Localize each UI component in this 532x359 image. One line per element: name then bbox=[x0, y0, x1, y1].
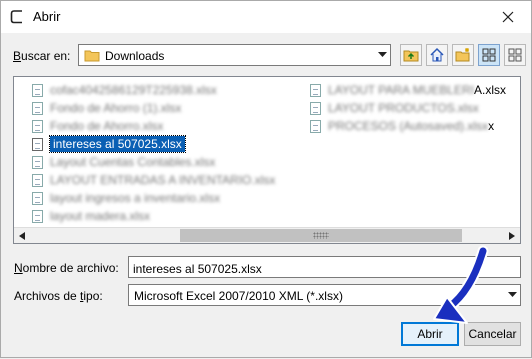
chevron-right-icon bbox=[509, 232, 515, 240]
file-icon bbox=[32, 191, 43, 205]
file-type-dropdown-arrow[interactable] bbox=[504, 285, 520, 305]
file-list-column-right: LAYOUT PARA MUEBLERI A.xlsx LAYOUT PRODUC… bbox=[310, 81, 506, 135]
file-icon bbox=[32, 137, 43, 151]
list-view-icon bbox=[508, 48, 522, 62]
file-type-value: Microsoft Excel 2007/2010 XML (*.xlsx) bbox=[134, 289, 343, 303]
list-item[interactable]: LAYOUT PRODUCTOS.xlsx bbox=[310, 99, 506, 117]
look-in-dropdown-arrow[interactable] bbox=[374, 45, 390, 65]
file-icon bbox=[310, 119, 321, 133]
folder-icon bbox=[84, 50, 100, 62]
file-icon bbox=[32, 173, 43, 187]
scrollbar-grip bbox=[313, 232, 329, 239]
file-icon bbox=[310, 101, 321, 115]
file-icon bbox=[32, 119, 43, 133]
look-in-label: Buscar en: bbox=[13, 49, 71, 63]
list-item[interactable]: Layout Cuentas Contables.xlsx bbox=[32, 153, 275, 171]
scrollbar-thumb[interactable] bbox=[180, 229, 462, 242]
file-list-column-left: cofac4042586129T225938.xlsx Fondo de Aho… bbox=[32, 81, 275, 225]
scroll-left-button[interactable] bbox=[14, 228, 30, 243]
file-list[interactable]: cofac4042586129T225938.xlsx Fondo de Aho… bbox=[13, 76, 521, 244]
list-view-button[interactable] bbox=[504, 44, 526, 66]
list-item[interactable]: layout madera.xlsx bbox=[32, 207, 275, 225]
details-view-button[interactable] bbox=[478, 44, 500, 66]
home-button[interactable] bbox=[426, 44, 448, 66]
window-title: Abrir bbox=[33, 9, 61, 24]
scroll-right-button[interactable] bbox=[504, 228, 520, 243]
open-button[interactable]: Abrir bbox=[401, 322, 459, 346]
up-folder-icon bbox=[403, 50, 419, 62]
list-item[interactable]: LAYOUT ENTRADAS A INVENTARIO.xlsx bbox=[32, 171, 275, 189]
list-item[interactable]: Fondo de Ahorro (1).xlsx bbox=[32, 99, 275, 117]
new-folder-button[interactable] bbox=[452, 44, 474, 66]
list-item[interactable]: Fondo de Ahorro.xlsx bbox=[32, 117, 275, 135]
cancel-button-label: Cancelar bbox=[468, 327, 517, 341]
home-icon bbox=[430, 47, 444, 62]
chevron-left-icon bbox=[19, 232, 25, 240]
look-in-combo[interactable]: Downloads bbox=[78, 44, 391, 66]
file-name-label: Nombre de archivo: bbox=[14, 261, 119, 275]
list-item[interactable]: cofac4042586129T225938.xlsx bbox=[32, 81, 275, 99]
up-folder-button[interactable] bbox=[400, 44, 422, 66]
horizontal-scrollbar[interactable] bbox=[14, 227, 520, 243]
open-dialog: Abrir Buscar en: Downloads cofac40425861… bbox=[0, 0, 532, 358]
chevron-down-icon bbox=[377, 52, 387, 57]
look-in-value: Downloads bbox=[105, 49, 165, 63]
file-icon bbox=[32, 209, 43, 223]
list-item-selected[interactable]: intereses al 507025.xlsx bbox=[32, 135, 275, 153]
list-item[interactable]: LAYOUT PARA MUEBLERI A.xlsx bbox=[310, 81, 506, 99]
file-name-input[interactable]: intereses al 507025.xlsx bbox=[128, 256, 521, 278]
file-icon bbox=[310, 83, 321, 97]
list-item[interactable]: layout ingresos a inventario.xlsx bbox=[32, 189, 275, 207]
chevron-down-icon bbox=[507, 292, 517, 297]
list-item[interactable]: PROCESOS (Autosaved).xlsx x bbox=[310, 117, 506, 135]
new-folder-icon bbox=[455, 48, 470, 62]
file-name-value: intereses al 507025.xlsx bbox=[133, 262, 262, 276]
file-type-select[interactable]: Microsoft Excel 2007/2010 XML (*.xlsx) bbox=[128, 284, 521, 306]
details-view-icon bbox=[482, 48, 496, 62]
file-icon bbox=[32, 83, 43, 97]
close-icon bbox=[502, 11, 514, 23]
open-button-label: Abrir bbox=[417, 327, 443, 341]
cancel-button[interactable]: Cancelar bbox=[464, 322, 521, 346]
window-icon bbox=[10, 10, 22, 24]
file-icon bbox=[32, 101, 43, 115]
file-icon bbox=[32, 155, 43, 169]
title-bar[interactable]: Abrir bbox=[1, 1, 531, 33]
close-button[interactable] bbox=[485, 1, 531, 33]
file-type-label: Archivos de tipo: bbox=[14, 289, 103, 303]
